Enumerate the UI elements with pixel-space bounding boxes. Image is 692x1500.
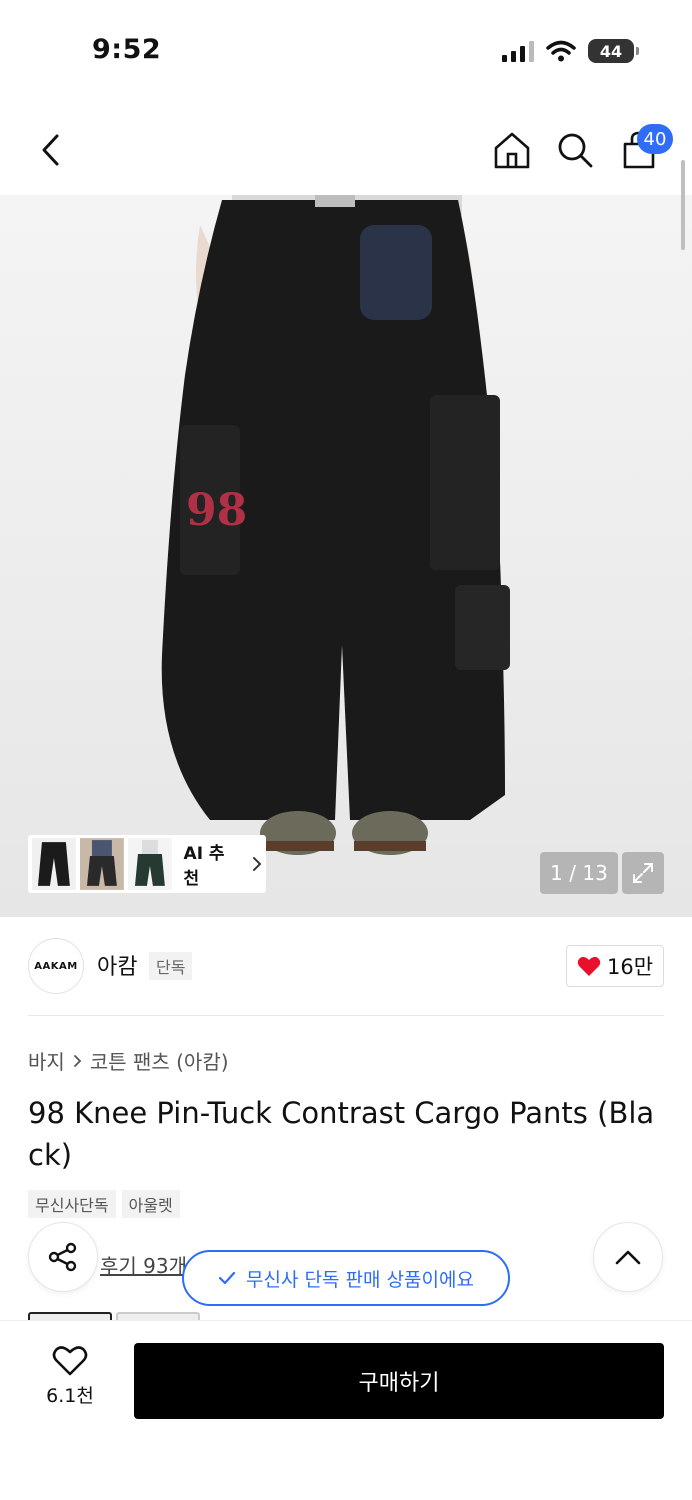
product-image-carousel[interactable]: 98 AI 추천 1 / 13 (0, 195, 692, 917)
brand-like-count: 16만 (606, 955, 654, 979)
ai-recommend-strip[interactable]: AI 추천 (28, 835, 266, 893)
product-tag: 아울렛 (121, 1190, 180, 1218)
heart-outline-icon (52, 1346, 88, 1376)
scroll-indicator[interactable] (681, 160, 685, 250)
back-icon (42, 134, 59, 166)
breadcrumb-item[interactable]: 코튼 팬츠 (아캄) (90, 1046, 229, 1075)
expand-icon (633, 863, 653, 883)
status-icons: 44 (502, 38, 639, 64)
chevron-up-icon (615, 1250, 641, 1265)
home-button[interactable] (490, 128, 534, 172)
chevron-right-icon (253, 857, 262, 871)
brand-like-button[interactable]: 16만 (566, 945, 664, 987)
back-button[interactable] (28, 128, 72, 172)
bottom-action-bar: 6.1천 구매하기 (0, 1320, 692, 1500)
review-count-link[interactable]: 후기 93개 (100, 1250, 187, 1279)
product-tags: 무신사단독 아울렛 (28, 1190, 180, 1218)
share-button[interactable] (28, 1222, 98, 1292)
search-icon (558, 133, 593, 168)
search-button[interactable] (553, 128, 597, 172)
product-photo: 98 (161, 195, 510, 855)
check-icon (218, 1271, 236, 1285)
toast-message: 무신사 단독 판매 상품이에요 (246, 1268, 474, 1291)
heart-icon (577, 956, 601, 976)
image-page-counter: 1 / 13 (540, 852, 618, 894)
status-time: 9:52 (92, 34, 162, 65)
breadcrumb: 바지 코튼 팬츠 (아캄) (28, 1046, 229, 1075)
battery-indicator: 44 (588, 39, 639, 63)
chevron-right-icon (73, 1054, 82, 1067)
breadcrumb-item[interactable]: 바지 (28, 1046, 65, 1075)
expand-image-button[interactable] (622, 852, 664, 894)
top-nav (0, 100, 692, 195)
exclusive-toast: 무신사 단독 판매 상품이에요 (182, 1250, 510, 1306)
divider (28, 1015, 664, 1016)
buy-button[interactable]: 구매하기 (134, 1343, 664, 1419)
cart-count-badge: 40 (637, 124, 673, 154)
recommend-thumb[interactable] (32, 838, 76, 890)
home-icon (494, 132, 530, 169)
svg-text:98: 98 (186, 485, 247, 536)
ai-recommend-label: AI 추천 (183, 844, 225, 889)
status-bar: 9:52 44 (0, 0, 692, 100)
product-tag: 무신사단독 (28, 1190, 116, 1218)
product-title: 98 Knee Pin-Tuck Contrast Cargo Pants (B… (28, 1096, 655, 1172)
recommend-thumb[interactable] (127, 838, 172, 890)
scroll-to-top-button[interactable] (593, 1222, 663, 1292)
recommend-thumb[interactable] (79, 838, 124, 890)
wishlist-count: 6.1천 (46, 1385, 94, 1407)
wishlist-button[interactable]: 6.1천 (30, 1345, 110, 1408)
brand-exclusive-tag: 단독 (149, 952, 193, 980)
share-icon (48, 1242, 77, 1272)
wifi-icon (546, 40, 576, 62)
cellular-signal-icon (502, 41, 534, 62)
brand-name[interactable]: 아캄 (97, 949, 137, 981)
brand-logo[interactable]: AAKAM (28, 938, 84, 994)
